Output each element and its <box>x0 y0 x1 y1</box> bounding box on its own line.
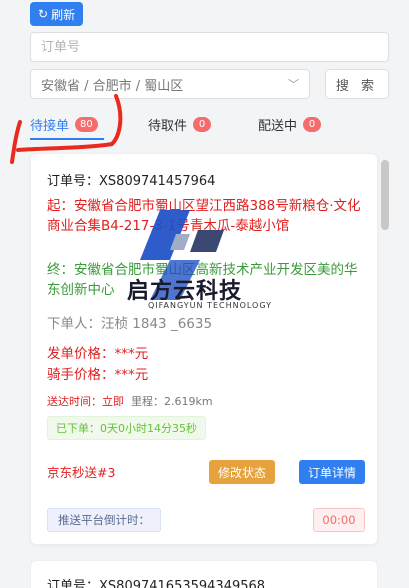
push-countdown-value: 00:00 <box>313 508 365 532</box>
active-tab-indicator <box>30 138 104 140</box>
tab-label: 待接单 <box>30 118 70 134</box>
edit-status-button[interactable]: 修改状态 <box>209 460 275 484</box>
order-card: 订单号：XS809741457964 起：安徽省合肥市蜀山区望江西路388号新粮… <box>30 153 378 545</box>
order-number: 订单号：XS809741457964 <box>47 174 216 189</box>
count-badge: 0 <box>303 116 322 132</box>
pickup-address: 起：安徽省合肥市蜀山区望江西路388号新粮仓·文化商业合集B4-217-3-1号… <box>47 198 361 234</box>
order-number: 订单号：XS809741653594349568 <box>47 579 266 588</box>
region-value: 安徽省 / 合肥市 / 蜀山区 <box>41 78 184 94</box>
tab-delivering[interactable]: 配送中 0 <box>258 104 322 144</box>
refresh-label: 刷新 <box>51 7 76 22</box>
refresh-button[interactable]: ↻ 刷新 <box>30 2 84 26</box>
order-creator: 下单人：汪桢 1843 _6635 <box>47 316 213 332</box>
order-detail-button[interactable]: 订单详情 <box>299 460 365 484</box>
order-number-input[interactable] <box>30 32 389 62</box>
count-badge: 80 <box>75 116 98 132</box>
watermark-subtitle: QIFANGYUN TECHNOLOGY <box>148 301 273 310</box>
platform-name: 京东秒送#3 <box>47 465 116 480</box>
count-badge: 0 <box>193 116 212 132</box>
order-card: 订单号：XS809741653594349568 <box>30 560 378 588</box>
push-countdown-label: 推送平台倒计时： <box>47 508 161 532</box>
order-price: 发单价格：***元 <box>47 346 149 362</box>
refresh-icon: ↻ <box>38 7 49 21</box>
elapsed-time-tag: 已下单：0天0小时14分35秒 <box>47 416 206 440</box>
rider-price: 骑手价格：***元 <box>47 367 149 383</box>
tab-label: 配送中 <box>258 118 298 134</box>
chevron-down-icon: ﹀ <box>288 78 299 91</box>
region-select[interactable]: 安徽省 / 合肥市 / 蜀山区 ﹀ <box>30 69 310 99</box>
search-button[interactable]: 搜 索 <box>325 69 389 99</box>
tab-pending-pickup[interactable]: 待取件 0 <box>148 104 212 144</box>
status-tabs: 待接单 80 待取件 0 配送中 0 <box>30 104 389 144</box>
delivery-meta: 送达时间：立即 里程：2.619km <box>47 395 213 408</box>
tab-label: 待取件 <box>148 118 188 134</box>
scrollbar-thumb[interactable] <box>381 160 389 230</box>
